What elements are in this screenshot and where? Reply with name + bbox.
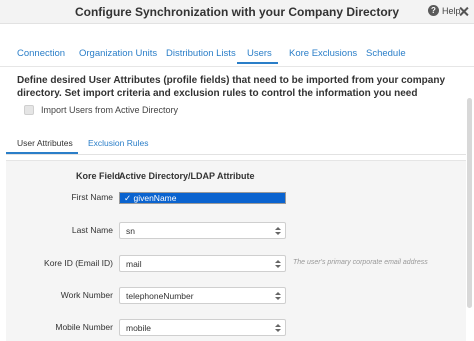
option-givenname[interactable]: ✓ givenName	[120, 193, 285, 203]
tab-schedule[interactable]: Schedule	[366, 48, 406, 59]
user-attributes-panel: Kore Field Active Directory/LDAP Attribu…	[6, 160, 466, 341]
users-description: Define desired User Attributes (profile …	[17, 75, 446, 99]
ldap-attribute-header: Active Directory/LDAP Attribute	[119, 171, 255, 181]
chevron-updown-icon	[275, 260, 281, 269]
mobile-number-select[interactable]: mobile	[119, 319, 286, 336]
main-tabs: Connection Organization Units Distributi…	[0, 45, 474, 67]
work-number-label: Work Number	[60, 290, 113, 300]
tab-organization-units[interactable]: Organization Units	[79, 48, 157, 59]
subtab-exclusion-rules[interactable]: Exclusion Rules	[88, 138, 148, 148]
subtab-user-attributes[interactable]: User Attributes	[17, 138, 73, 148]
chevron-updown-icon	[275, 292, 281, 301]
help-button[interactable]: ? Help	[428, 5, 461, 16]
chevron-updown-icon	[275, 324, 281, 333]
last-name-label: Last Name	[71, 225, 113, 235]
kore-field-header: Kore Field	[76, 171, 121, 181]
title-bar: Configure Synchronization with your Comp…	[0, 0, 474, 24]
import-users-checkbox[interactable]	[24, 105, 34, 115]
mobile-number-value: mobile	[126, 323, 152, 333]
kore-id-label: Kore ID (Email ID)	[44, 258, 113, 268]
first-name-dropdown-list[interactable]: ✓ givenName	[119, 192, 286, 204]
mobile-number-label: Mobile Number	[55, 322, 113, 332]
tab-users[interactable]: Users	[247, 48, 272, 59]
configure-sync-dialog: Configure Synchronization with your Comp…	[0, 0, 474, 341]
kore-id-hint: The user's primary corporate email addre…	[293, 259, 428, 266]
close-icon[interactable]	[459, 6, 469, 16]
last-name-select[interactable]: sn	[119, 222, 286, 239]
work-number-value: telephoneNumber	[126, 291, 194, 301]
tab-connection[interactable]: Connection	[17, 48, 65, 59]
first-name-label: First Name	[71, 192, 113, 202]
active-tab-indicator	[237, 62, 278, 64]
vertical-scrollbar[interactable]	[467, 98, 472, 308]
help-label: Help	[442, 5, 461, 16]
kore-id-select[interactable]: mail	[119, 255, 286, 272]
import-users-option[interactable]: Import Users from Active Directory	[24, 105, 178, 115]
last-name-value: sn	[126, 226, 135, 236]
tab-distribution-lists[interactable]: Distribution Lists	[166, 48, 236, 59]
chevron-updown-icon	[275, 227, 281, 236]
tab-kore-exclusions[interactable]: Kore Exclusions	[289, 48, 357, 59]
import-users-label: Import Users from Active Directory	[41, 105, 179, 115]
subtabs-divider	[6, 154, 466, 155]
work-number-select[interactable]: telephoneNumber	[119, 287, 286, 304]
help-icon: ?	[428, 5, 439, 16]
tabs-divider	[0, 66, 474, 67]
kore-id-value: mail	[126, 259, 142, 269]
dialog-title: Configure Synchronization with your Comp…	[74, 5, 400, 19]
